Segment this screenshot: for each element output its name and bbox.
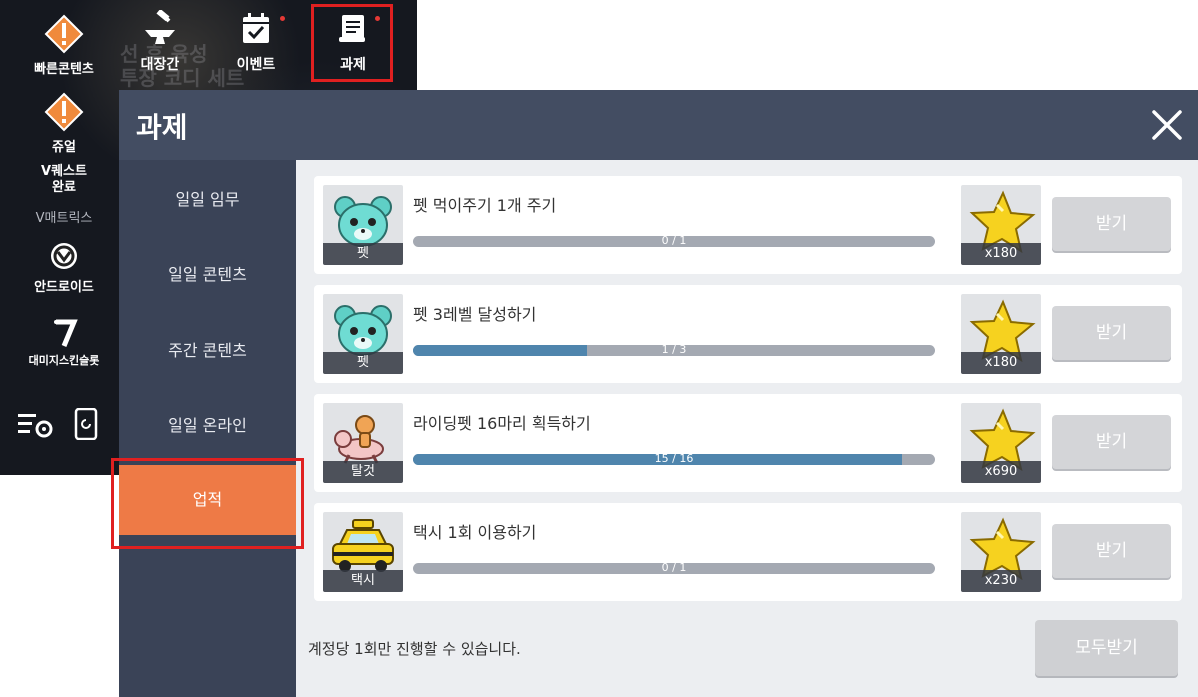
- side-item-label: V매트릭스: [35, 211, 93, 226]
- quest-progress-text: 15 / 16: [654, 454, 694, 465]
- claim-all-button[interactable]: 모두받기: [1035, 620, 1178, 676]
- reward-icon: x180: [961, 294, 1041, 374]
- seven-icon: [54, 319, 78, 347]
- claim-button[interactable]: 받기: [1052, 524, 1171, 578]
- quest-title: 펫 3레벨 달성하기: [413, 305, 537, 324]
- reward-icon: x690: [961, 403, 1041, 483]
- reward-icon: x230: [961, 512, 1041, 592]
- nav-weekly-content[interactable]: 주간 콘텐츠: [119, 321, 296, 381]
- top-item-label: 이벤트: [236, 57, 276, 73]
- android-icon: [51, 243, 77, 269]
- quest-icon: 펫: [323, 294, 403, 374]
- phone-refresh-icon[interactable]: [74, 408, 98, 440]
- side-item-v-matrix[interactable]: V매트릭스: [14, 207, 114, 226]
- side-item-label: 안드로이드: [34, 280, 94, 295]
- quest-icon: 택시: [323, 512, 403, 592]
- quest-list: 펫 펫 먹이주기 1개 주기 0 / 1 x180 받기 펫 펫 3레벨 달성하…: [296, 160, 1198, 697]
- quest-icon-tag: 택시: [323, 570, 403, 592]
- claim-button[interactable]: 받기: [1052, 197, 1171, 251]
- highlight-tasks-menu: [311, 4, 393, 82]
- quest-progress-bar: 0 / 1: [413, 236, 935, 247]
- settings-menu-icon[interactable]: [18, 410, 54, 440]
- quest-title: 펫 먹이주기 1개 주기: [413, 196, 557, 215]
- dialog-header: 과제: [119, 90, 1198, 160]
- nav-daily-mission[interactable]: 일일 임무: [119, 170, 296, 230]
- dialog-title: 과제: [136, 111, 188, 144]
- quest-icon-tag: 탈것: [323, 461, 403, 483]
- side-item-damage-skin[interactable]: 대미지스킨슬롯: [14, 318, 114, 368]
- anvil-icon: [145, 10, 175, 44]
- event-badge-dot: [280, 16, 285, 21]
- side-item-android[interactable]: 안드로이드: [14, 240, 114, 295]
- quest-icon: 탈것: [323, 403, 403, 483]
- warning-icon: [44, 92, 84, 132]
- side-item-label: V퀘스트 완료: [41, 164, 87, 195]
- quest-row: 탈것 라이딩펫 16마리 획득하기 15 / 16 x690 받기: [314, 394, 1182, 492]
- quest-icon-tag: 펫: [323, 243, 403, 265]
- claim-button[interactable]: 받기: [1052, 415, 1171, 469]
- quest-title: 라이딩펫 16마리 획득하기: [413, 414, 591, 433]
- nav-daily-content[interactable]: 일일 콘텐츠: [119, 245, 296, 305]
- side-item-jewel[interactable]: 쥬얼: [14, 92, 114, 155]
- quest-icon: 펫: [323, 185, 403, 265]
- highlight-achievements-tab: [111, 458, 304, 549]
- quest-progress-bar: 15 / 16: [413, 454, 935, 465]
- close-icon[interactable]: [1150, 108, 1184, 142]
- reward-quantity: x230: [961, 570, 1041, 592]
- quest-row: 펫 펫 먹이주기 1개 주기 0 / 1 x180 받기: [314, 176, 1182, 274]
- reward-quantity: x180: [961, 243, 1041, 265]
- quest-row: 펫 펫 3레벨 달성하기 1 / 3 x180 받기: [314, 285, 1182, 383]
- reward-icon: x180: [961, 185, 1041, 265]
- reward-quantity: x690: [961, 461, 1041, 483]
- dialog-nav: 일일 임무 일일 콘텐츠 주간 콘텐츠 일일 온라인 업적: [119, 160, 296, 697]
- side-item-label: 대미지스킨슬롯: [28, 354, 100, 367]
- quest-progress-bar: 0 / 1: [413, 563, 935, 574]
- top-item-blacksmith[interactable]: 대장간: [120, 10, 200, 74]
- claim-button[interactable]: 받기: [1052, 306, 1171, 360]
- calendar-check-icon: [243, 13, 269, 43]
- quest-row: 택시 택시 1회 이용하기 0 / 1 x230 받기: [314, 503, 1182, 601]
- quest-progress-text: 0 / 1: [661, 563, 687, 574]
- side-item-label: 쥬얼: [52, 140, 76, 155]
- footer-note: 계정당 1회만 진행할 수 있습니다.: [308, 640, 521, 658]
- side-item-label: 빠른콘텐츠: [34, 62, 94, 77]
- nav-daily-online[interactable]: 일일 온라인: [119, 396, 296, 456]
- side-item-quick-content[interactable]: 빠른콘텐츠: [14, 14, 114, 77]
- quest-progress-text: 1 / 3: [661, 345, 687, 356]
- top-item-label: 대장간: [140, 57, 180, 73]
- quest-icon-tag: 펫: [323, 352, 403, 374]
- quest-progress-text: 0 / 1: [661, 236, 687, 247]
- warning-icon: [44, 14, 84, 54]
- tasks-dialog: 과제 일일 임무 일일 콘텐츠 주간 콘텐츠 일일 온라인 업적 펫 펫 먹이주…: [119, 90, 1198, 697]
- reward-quantity: x180: [961, 352, 1041, 374]
- quest-title: 택시 1회 이용하기: [413, 523, 537, 542]
- quest-progress-bar: 1 / 3: [413, 345, 935, 356]
- side-item-v-quest[interactable]: V퀘스트 완료: [14, 164, 114, 196]
